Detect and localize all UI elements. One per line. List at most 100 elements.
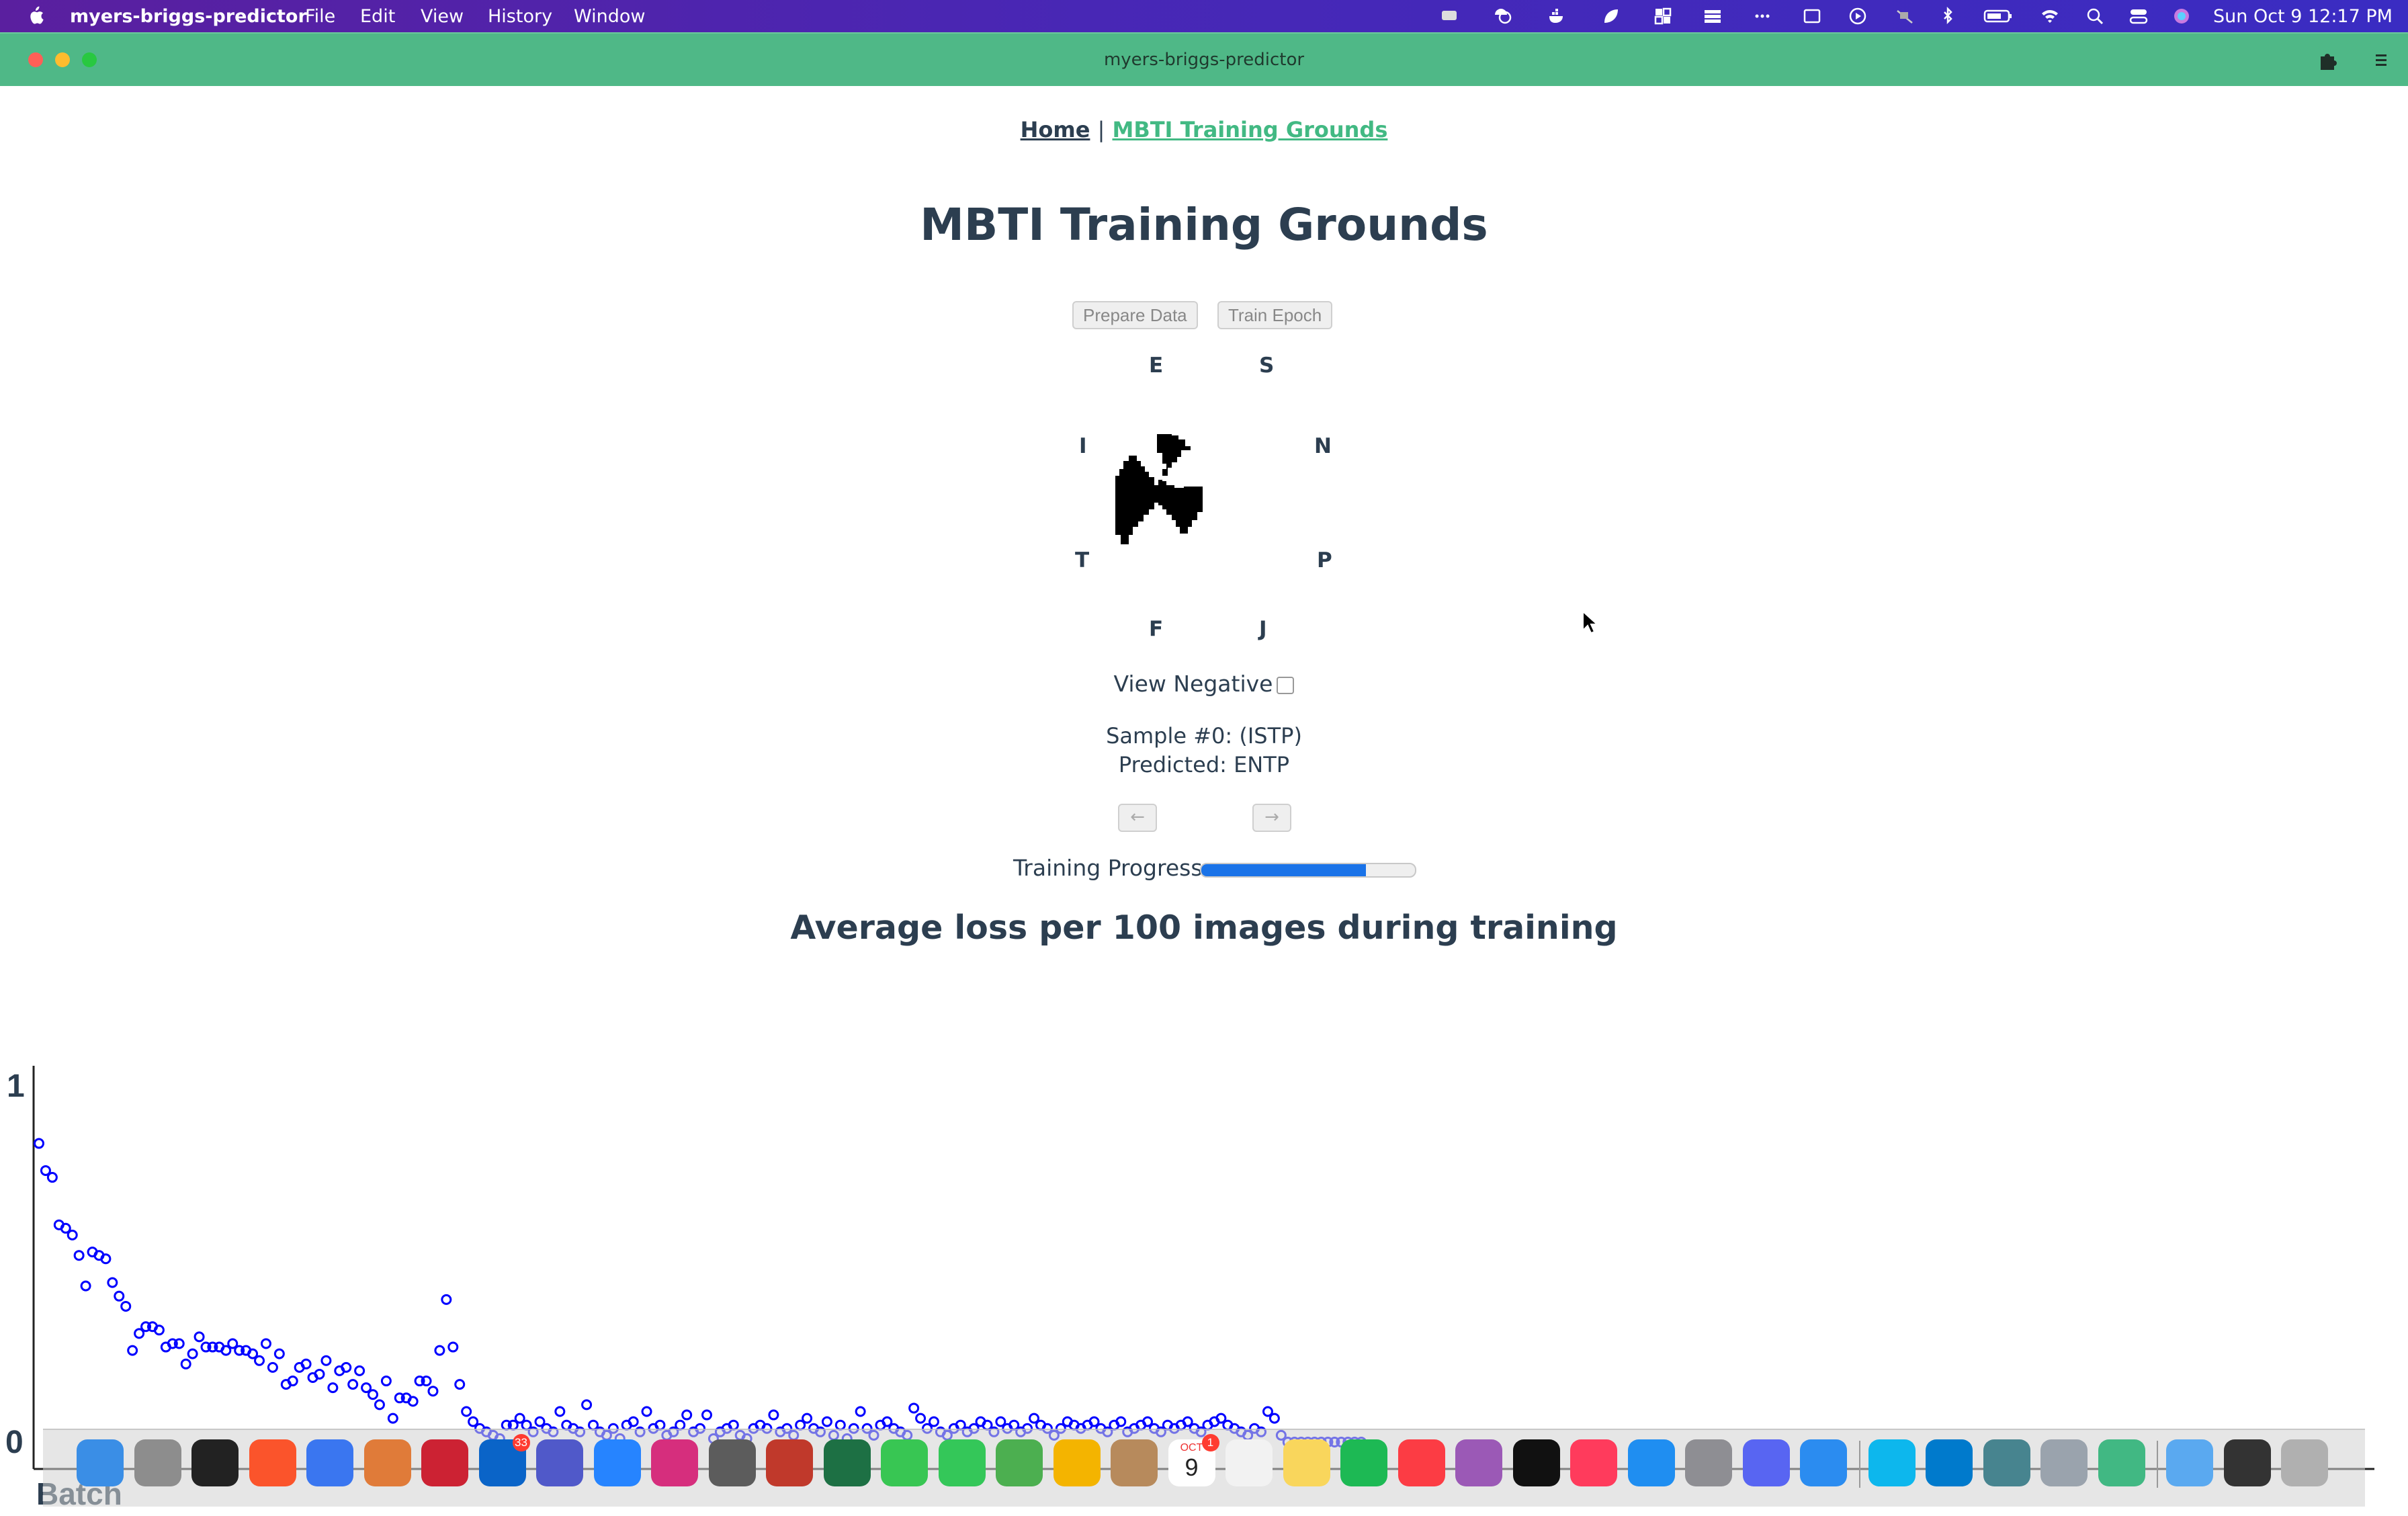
dock-separator (1858, 1441, 1860, 1488)
terminal-icon[interactable] (191, 1439, 239, 1486)
spotify-icon[interactable] (1340, 1439, 1387, 1486)
notes-icon[interactable] (1283, 1439, 1330, 1486)
maps-icon[interactable] (996, 1439, 1043, 1486)
menu-icon[interactable] (2370, 50, 2392, 71)
photos-icon[interactable] (1053, 1439, 1101, 1486)
data-point (768, 1409, 779, 1421)
training-progress-fill (1201, 864, 1366, 876)
data-point (187, 1348, 198, 1359)
contacts-icon[interactable] (1111, 1439, 1158, 1486)
mbti-weight-image (1115, 434, 1203, 544)
intellij-icon[interactable] (651, 1439, 698, 1486)
menu-history[interactable]: History (488, 6, 552, 27)
appletv-icon[interactable] (1512, 1439, 1560, 1486)
data-point (461, 1406, 472, 1417)
data-point (434, 1345, 445, 1356)
data-point (327, 1382, 339, 1394)
apple-icon[interactable] (26, 5, 44, 26)
umbrella-clock-icon[interactable] (1493, 7, 1513, 26)
docker-icon[interactable] (1868, 1439, 1916, 1486)
prepare-data-button[interactable]: Prepare Data (1072, 301, 1198, 329)
next-sample-button[interactable]: → (1252, 804, 1291, 832)
excel-icon[interactable] (823, 1439, 871, 1486)
stack-icon[interactable] (1703, 7, 1723, 26)
launchpad-icon[interactable] (134, 1439, 181, 1486)
control-center-icon[interactable] (2128, 7, 2149, 26)
data-point (194, 1331, 205, 1343)
siri-icon[interactable] (2172, 7, 2192, 26)
menu-file[interactable]: File (305, 6, 335, 27)
vue-icon[interactable] (2098, 1439, 2145, 1486)
electron-icon[interactable] (1983, 1439, 2030, 1486)
data-point (46, 1172, 58, 1183)
menu-view[interactable]: View (421, 6, 464, 27)
training-progress-bar (1200, 863, 1416, 878)
toolbox-icon[interactable] (708, 1439, 756, 1486)
mute-icon[interactable] (1895, 7, 1915, 26)
axis-label-p: P (1317, 548, 1332, 573)
page-content: Home | MBTI Training Grounds MBTI Traini… (0, 85, 2408, 1511)
app-name-menu[interactable]: myers-briggs-predictor (70, 6, 307, 27)
bluetooth-icon[interactable] (1938, 7, 1958, 26)
teams-icon[interactable] (536, 1439, 583, 1486)
search-icon[interactable] (2086, 7, 2106, 26)
play-icon[interactable] (1848, 7, 1868, 26)
podcasts-icon[interactable] (1455, 1439, 1502, 1486)
folder-icon[interactable] (2166, 1439, 2213, 1486)
page-title: MBTI Training Grounds (920, 199, 1488, 251)
appstore-icon[interactable] (1627, 1439, 1675, 1486)
brave-icon[interactable] (249, 1439, 296, 1486)
view-negative-checkbox[interactable] (1277, 676, 1295, 694)
data-point (180, 1358, 191, 1370)
grid-icon[interactable] (1653, 7, 1673, 26)
data-point (114, 1290, 125, 1302)
outlook-icon[interactable]: 33 (478, 1434, 530, 1486)
vscode-icon[interactable] (1926, 1439, 1973, 1486)
data-point (267, 1361, 278, 1373)
leaf-icon[interactable] (1600, 7, 1621, 26)
battery-icon[interactable] (1983, 7, 2013, 26)
data-point (908, 1402, 920, 1414)
reminders-icon[interactable] (1226, 1439, 1273, 1486)
mail-icon[interactable] (1800, 1439, 1847, 1486)
extensions-icon[interactable] (2317, 50, 2338, 71)
display-icon[interactable] (1802, 7, 1822, 26)
previous-sample-button[interactable]: ← (1118, 804, 1157, 832)
speech-icon[interactable] (1439, 7, 1459, 26)
axis-label-f: F (1149, 617, 1164, 641)
music-icon[interactable] (1398, 1439, 1445, 1486)
menu-edit[interactable]: Edit (360, 6, 395, 27)
nav-separator: | (1097, 117, 1105, 142)
data-point (1268, 1413, 1280, 1424)
crossover-icon[interactable] (421, 1439, 468, 1486)
system-preferences-icon[interactable] (1685, 1439, 1732, 1486)
trash-icon[interactable] (2281, 1439, 2328, 1486)
wifi-icon[interactable] (2040, 7, 2060, 26)
data-point (641, 1406, 652, 1417)
nav-home-link[interactable]: Home (1021, 117, 1090, 142)
more-icon[interactable] (1752, 7, 1772, 26)
fox-app-icon[interactable] (363, 1439, 411, 1486)
calendar-badge: 1 (1201, 1434, 1219, 1451)
menu-clock[interactable]: Sun Oct 9 12:17 PM (2213, 6, 2393, 27)
facetime-icon[interactable] (881, 1439, 928, 1486)
nav-current-link[interactable]: MBTI Training Grounds (1112, 117, 1387, 142)
finder-icon[interactable] (77, 1439, 124, 1486)
data-point (427, 1386, 439, 1397)
app-icon[interactable] (766, 1439, 813, 1486)
axis-label-s: S (1259, 353, 1275, 378)
calendar-icon[interactable]: OCT 9 1 (1168, 1434, 1219, 1486)
menu-window[interactable]: Window (574, 6, 645, 27)
discord-icon[interactable] (1742, 1439, 1790, 1486)
mouse-cursor-icon (1582, 610, 1598, 634)
train-epoch-button[interactable]: Train Epoch (1217, 301, 1333, 329)
preview-icon[interactable] (2040, 1439, 2088, 1486)
docker-icon[interactable] (1547, 7, 1567, 26)
terminal-window-icon[interactable] (2223, 1439, 2271, 1486)
news-icon[interactable] (1570, 1439, 1617, 1486)
jira-icon[interactable] (593, 1439, 641, 1486)
signal-icon[interactable] (306, 1439, 353, 1486)
axis-label-t: T (1075, 548, 1090, 573)
y-tick-label-max: 1 (7, 1068, 25, 1104)
messages-icon[interactable] (938, 1439, 986, 1486)
